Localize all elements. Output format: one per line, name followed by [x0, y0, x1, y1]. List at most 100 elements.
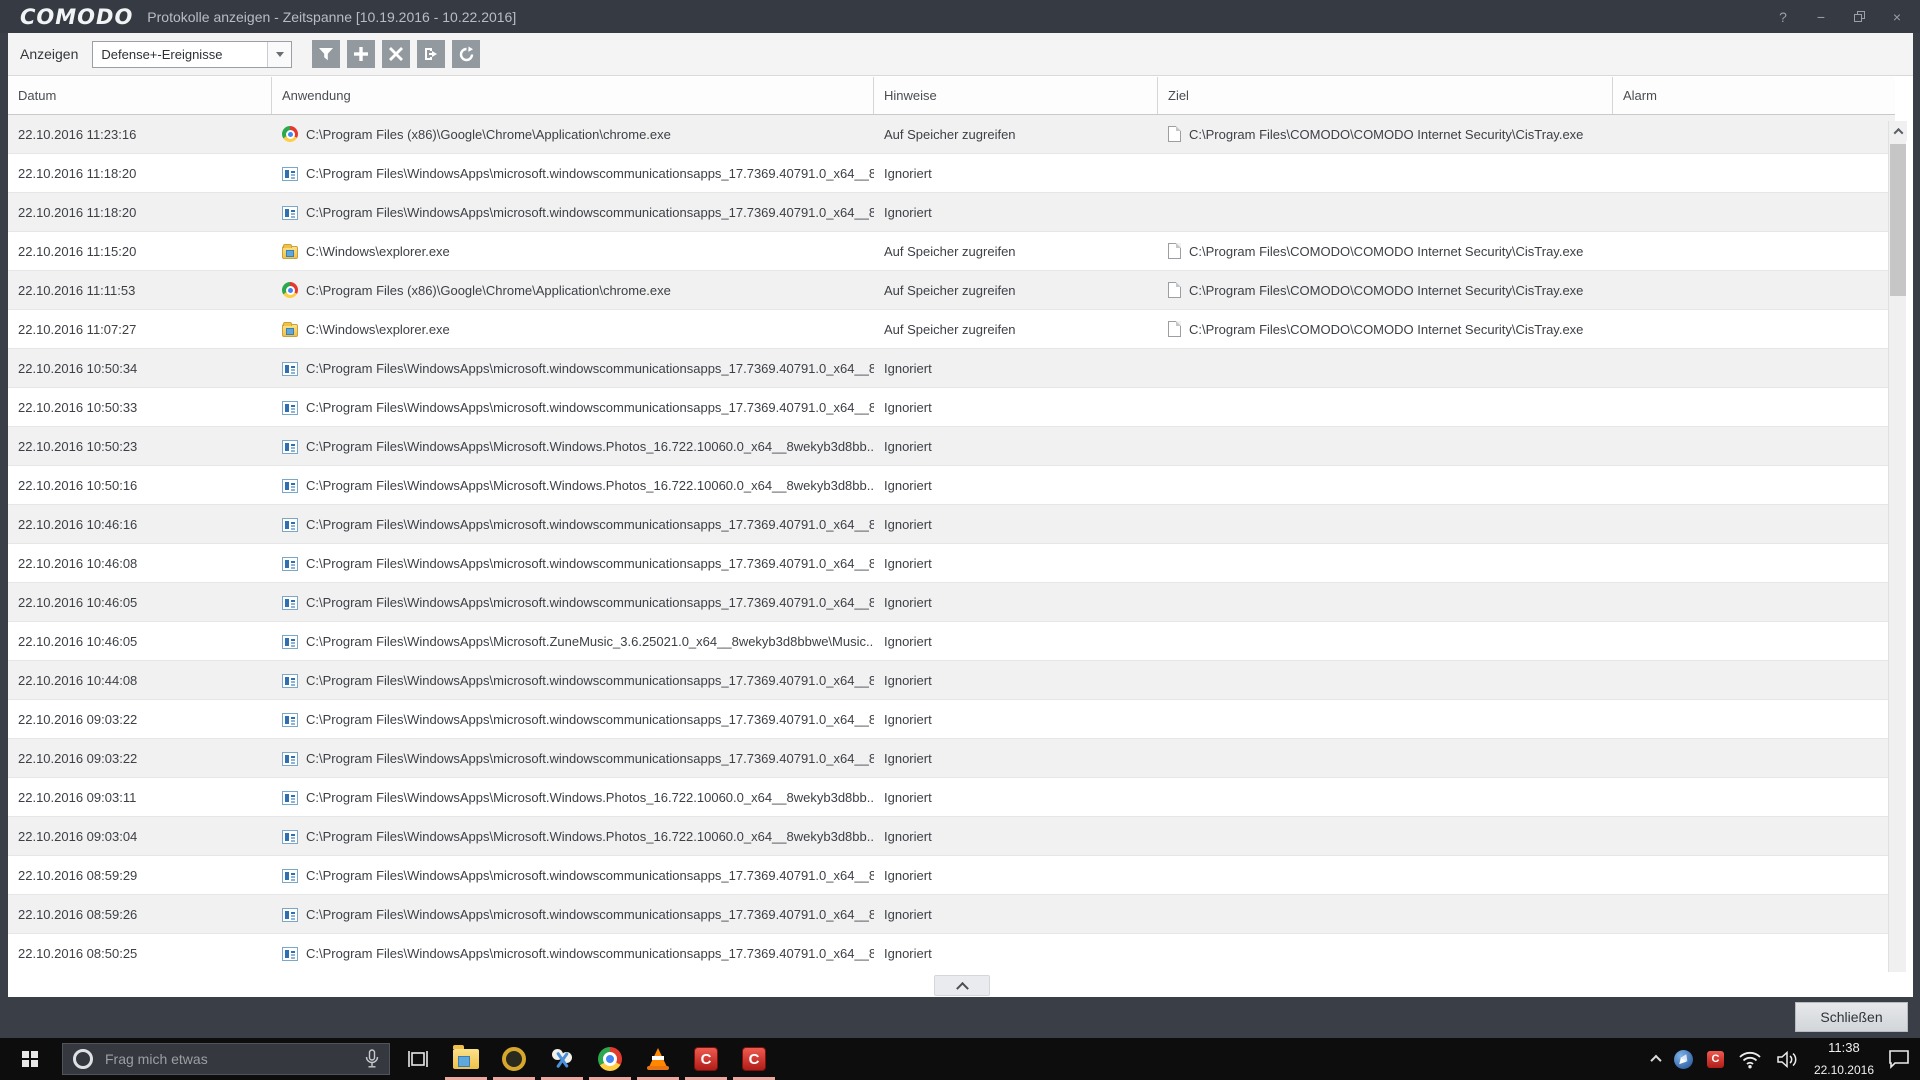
taskbar-chrome-button[interactable] [586, 1038, 634, 1080]
cell-hinweise: Ignoriert [874, 700, 1158, 738]
cell-hinweise: Ignoriert [874, 739, 1158, 777]
table-row[interactable]: 22.10.2016 11:18:20 C:\Program Files\Win… [8, 154, 1895, 193]
table-row[interactable]: 22.10.2016 10:46:05 C:\Program Files\Win… [8, 583, 1895, 622]
column-header-alarm[interactable]: Alarm [1613, 77, 1895, 114]
document-icon [1168, 243, 1181, 259]
help-button[interactable]: ? [1768, 6, 1798, 28]
log-type-dropdown[interactable]: Defense+-Ereignisse [92, 41, 292, 68]
table-row[interactable]: 22.10.2016 09:03:22 C:\Program Files\Win… [8, 700, 1895, 739]
winapp-app-icon [282, 713, 298, 727]
add-button[interactable] [347, 40, 375, 68]
winapp-app-icon [282, 479, 298, 493]
chevron-down-icon [276, 52, 284, 57]
table-row[interactable]: 22.10.2016 10:50:16 C:\Program Files\Win… [8, 466, 1895, 505]
taskbar-snipping-tool-button[interactable] [538, 1038, 586, 1080]
comodo-logo: COMODO [20, 5, 133, 29]
clock-time: 11:38 [1828, 1040, 1860, 1055]
filter-icon [318, 46, 334, 62]
snipping-tool-icon [550, 1047, 574, 1071]
task-view-button[interactable] [394, 1038, 442, 1080]
scroll-up-button[interactable] [1889, 121, 1907, 141]
scroll-page-up-button[interactable] [934, 975, 990, 996]
cell-datum: 22.10.2016 10:44:08 [8, 661, 272, 699]
cell-anwendung-text: C:\Program Files\WindowsApps\Microsoft.W… [306, 478, 874, 493]
taskbar-chat-app-button[interactable] [490, 1038, 538, 1080]
cell-datum: 22.10.2016 10:50:33 [8, 388, 272, 426]
cell-anwendung-text: C:\Program Files\WindowsApps\microsoft.w… [306, 400, 874, 415]
windows-logo-icon [22, 1051, 38, 1067]
clock-date: 22.10.2016 [1814, 1063, 1874, 1077]
table-row[interactable]: 22.10.2016 11:15:20 C:\Windows\explorer.… [8, 232, 1895, 271]
vertical-scrollbar[interactable] [1888, 121, 1906, 1041]
table-row[interactable]: 22.10.2016 10:50:33 C:\Program Files\Win… [8, 388, 1895, 427]
taskbar-comodo-button-2[interactable]: C [730, 1038, 778, 1080]
taskbar-file-explorer-button[interactable] [442, 1038, 490, 1080]
cell-alarm [1613, 934, 1895, 972]
refresh-button[interactable] [452, 40, 480, 68]
table-row[interactable]: 22.10.2016 09:03:22 C:\Program Files\Win… [8, 739, 1895, 778]
table-row[interactable]: 22.10.2016 11:11:53 C:\Program Files (x8… [8, 271, 1895, 310]
close-button[interactable]: Schließen [1795, 1002, 1908, 1032]
cell-datum: 22.10.2016 11:23:16 [8, 115, 272, 153]
cell-datum: 22.10.2016 10:50:16 [8, 466, 272, 504]
cell-datum: 22.10.2016 09:03:04 [8, 817, 272, 855]
cell-anwendung-text: C:\Program Files\WindowsApps\microsoft.w… [306, 946, 874, 961]
table-row[interactable]: 22.10.2016 11:07:27 C:\Windows\explorer.… [8, 310, 1895, 349]
table-row[interactable]: 22.10.2016 09:03:04 C:\Program Files\Win… [8, 817, 1895, 856]
cortana-search-box[interactable]: Frag mich etwas [62, 1043, 390, 1075]
column-header-datum[interactable]: Datum [8, 77, 272, 114]
table-row[interactable]: 22.10.2016 08:59:29 C:\Program Files\Win… [8, 856, 1895, 895]
table-row[interactable]: 22.10.2016 08:50:25 C:\Program Files\Win… [8, 934, 1895, 973]
cell-datum: 22.10.2016 10:50:23 [8, 427, 272, 465]
chrome-app-icon [282, 126, 298, 142]
comodo-icon: C [1707, 1051, 1724, 1068]
tray-wifi[interactable] [1738, 1050, 1762, 1069]
table-row[interactable]: 22.10.2016 10:46:08 C:\Program Files\Win… [8, 544, 1895, 583]
tray-updater-app-icon[interactable] [1674, 1050, 1693, 1069]
winapp-app-icon [282, 557, 298, 571]
restore-button[interactable] [1844, 6, 1874, 28]
table-row[interactable]: 22.10.2016 10:46:16 C:\Program Files\Win… [8, 505, 1895, 544]
table-row[interactable]: 22.10.2016 11:23:16 C:\Program Files (x8… [8, 115, 1895, 154]
document-icon [1168, 321, 1181, 337]
remove-button[interactable] [382, 40, 410, 68]
action-center-button[interactable] [1888, 1049, 1910, 1069]
column-header-hinweise[interactable]: Hinweise [874, 77, 1158, 114]
column-header-anwendung[interactable]: Anwendung [272, 77, 874, 114]
filter-button[interactable] [312, 40, 340, 68]
tray-comodo-icon[interactable]: C [1707, 1051, 1724, 1068]
cell-hinweise: Ignoriert [874, 661, 1158, 699]
tray-volume[interactable] [1776, 1050, 1800, 1069]
table-row[interactable]: 22.10.2016 10:46:05 C:\Program Files\Win… [8, 622, 1895, 661]
cell-ziel-text: C:\Program Files\COMODO\COMODO Internet … [1189, 322, 1583, 337]
hidden-icons-chevron[interactable] [1652, 1055, 1660, 1063]
refresh-icon [458, 46, 475, 63]
minimize-button[interactable]: − [1806, 6, 1836, 28]
taskbar-clock[interactable]: 11:38 22.10.2016 [1814, 1037, 1874, 1080]
cell-anwendung-text: C:\Program Files\WindowsApps\microsoft.w… [306, 751, 874, 766]
dropdown-arrow-button[interactable] [267, 42, 291, 67]
table-row[interactable]: 22.10.2016 09:03:11 C:\Program Files\Win… [8, 778, 1895, 817]
dropdown-selected-value: Defense+-Ereignisse [93, 47, 267, 62]
table-row[interactable]: 22.10.2016 08:59:26 C:\Program Files\Win… [8, 895, 1895, 934]
scrollbar-thumb[interactable] [1890, 144, 1906, 296]
close-window-button[interactable]: × [1882, 6, 1912, 28]
table-row[interactable]: 22.10.2016 10:44:08 C:\Program Files\Win… [8, 661, 1895, 700]
table-row[interactable]: 22.10.2016 10:50:34 C:\Program Files\Win… [8, 349, 1895, 388]
cell-anwendung-text: C:\Program Files\WindowsApps\microsoft.w… [306, 361, 874, 376]
microphone-icon[interactable] [365, 1049, 379, 1069]
taskbar-vlc-button[interactable] [634, 1038, 682, 1080]
screen: COMODO Protokolle anzeigen - Zeitspanne … [0, 0, 1920, 1080]
table-row[interactable]: 22.10.2016 11:18:20 C:\Program Files\Win… [8, 193, 1895, 232]
table-row[interactable]: 22.10.2016 10:50:23 C:\Program Files\Win… [8, 427, 1895, 466]
start-button[interactable] [0, 1038, 60, 1080]
cell-datum: 22.10.2016 11:15:20 [8, 232, 272, 270]
comodo-icon: C [742, 1047, 766, 1071]
export-button[interactable] [417, 40, 445, 68]
cell-alarm [1613, 895, 1895, 933]
cortana-icon [73, 1049, 93, 1069]
winapp-app-icon [282, 752, 298, 766]
column-header-ziel[interactable]: Ziel [1158, 77, 1613, 114]
cell-alarm [1613, 154, 1895, 192]
taskbar-comodo-button-1[interactable]: C [682, 1038, 730, 1080]
